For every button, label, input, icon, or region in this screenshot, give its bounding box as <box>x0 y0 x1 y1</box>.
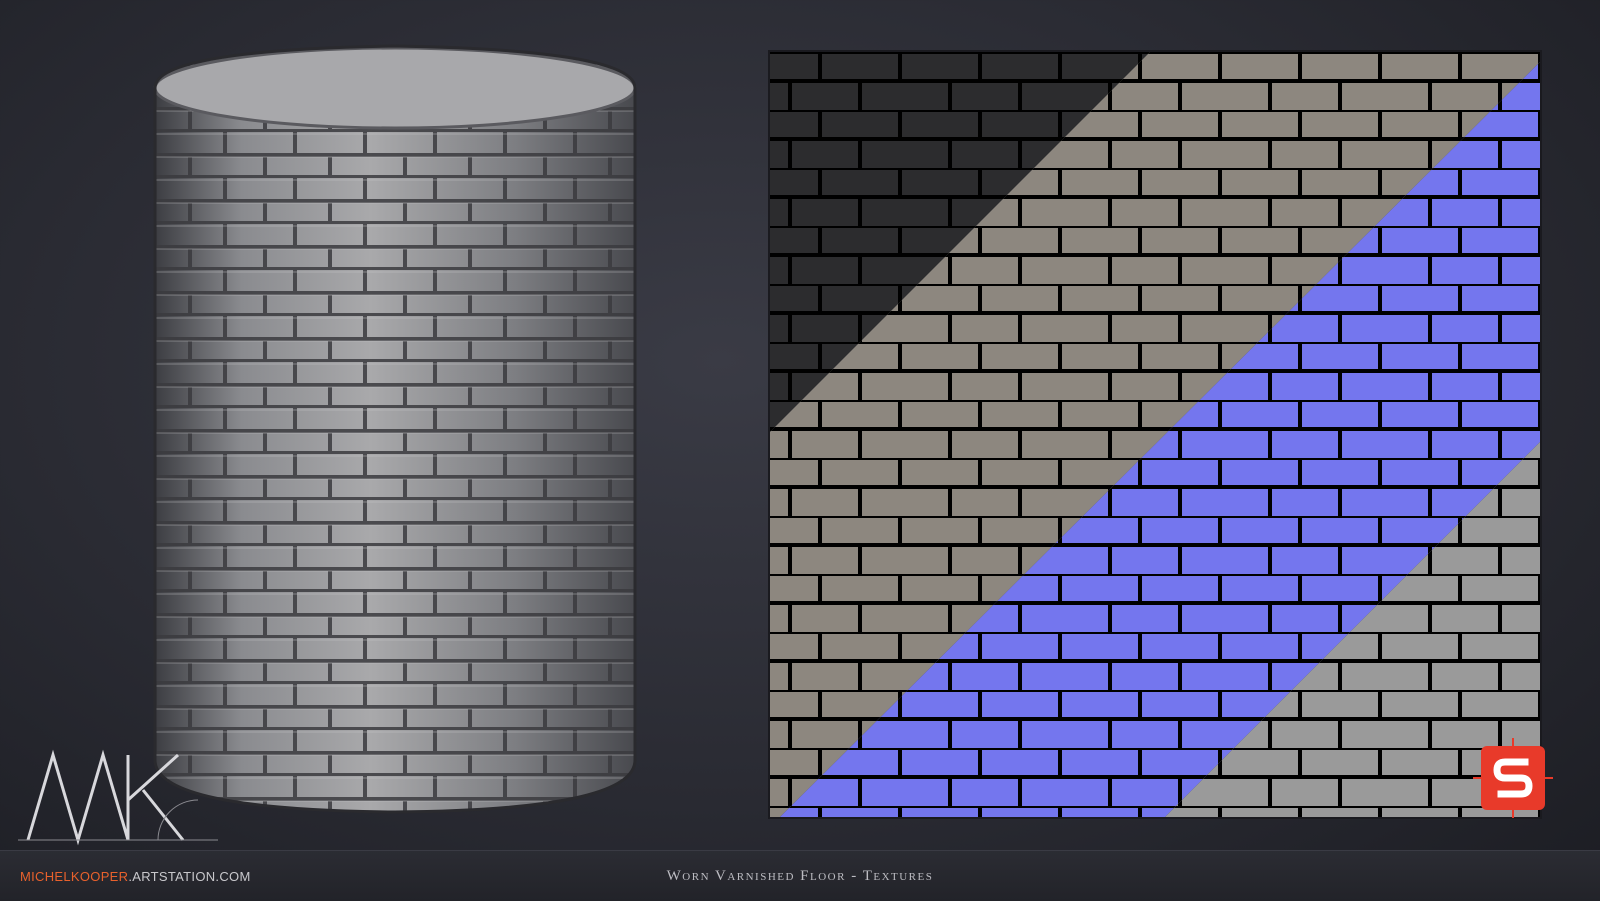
substance-logo-icon <box>1468 733 1558 823</box>
footer-bar: MICHELKOOPER.ARTSTATION.COM Worn Varnish… <box>0 850 1600 901</box>
material-presentation <box>0 0 1600 850</box>
presentation-title: Worn Varnished Floor - Textures <box>666 868 934 884</box>
material-preview-cylinder <box>115 40 675 840</box>
mk-logo-icon <box>18 740 218 850</box>
texture-maps-sheet <box>770 52 1540 817</box>
